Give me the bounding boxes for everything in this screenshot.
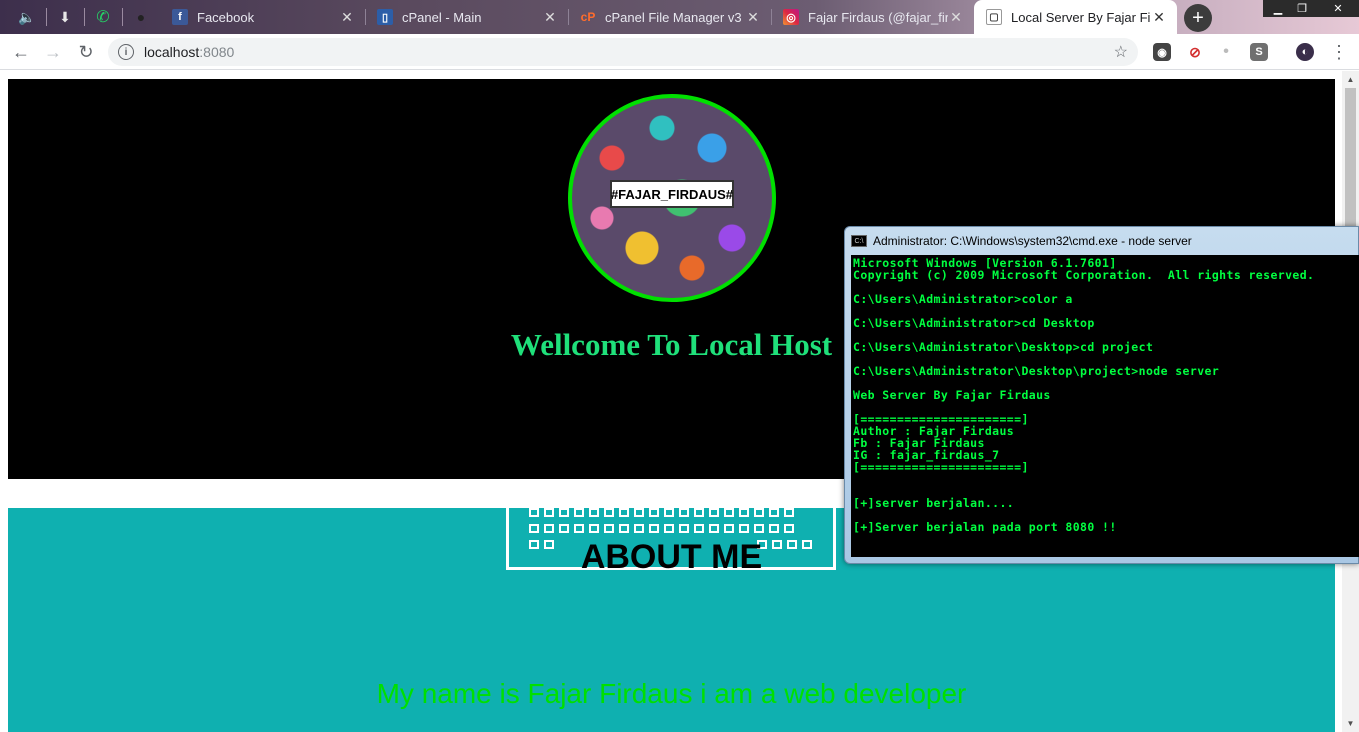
scroll-down-arrow-icon[interactable]: ▼ [1342, 715, 1359, 732]
info-icon[interactable]: i [118, 44, 134, 60]
tab-cpanel-file-manager[interactable]: cP cPanel File Manager v3 ✕ [568, 0, 771, 34]
menu-kebab-icon[interactable]: ⋮ [1326, 39, 1352, 65]
tab-strip: 🔈 ⬇ ✆ ● f Facebook ✕ ▯ cPanel - Main ✕ c… [0, 0, 1359, 34]
instagram-icon: ◎ [783, 9, 799, 25]
cmd-window[interactable]: C:\ Administrator: C:\Windows\system32\c… [844, 226, 1359, 564]
close-tab-icon[interactable]: ✕ [542, 9, 558, 26]
cmd-titlebar[interactable]: C:\ Administrator: C:\Windows\system32\c… [851, 231, 1192, 251]
avatar-name-tag: #FAJAR_FIRDAUS# [610, 180, 734, 208]
cmd-title: Administrator: C:\Windows\system32\cmd.e… [873, 234, 1192, 248]
close-tab-icon[interactable]: ✕ [339, 9, 355, 26]
url-port: :8080 [199, 44, 235, 60]
browser-toolbar: ← → ↻ i localhost:8080 ☆ ◉ ⊘ • S ◐ ⋮ [0, 34, 1359, 70]
cpanel-icon: ▯ [377, 9, 393, 25]
tab-title: cPanel File Manager v3 [605, 9, 742, 25]
pinned-tab-download[interactable]: ⬇ [46, 0, 84, 34]
profile-avatar-icon[interactable]: ◐ [1296, 43, 1314, 61]
tab-title: cPanel - Main [402, 9, 482, 25]
whatsapp-icon: ✆ [96, 9, 110, 26]
console-line: Web Server By Fajar Firdaus [853, 388, 1051, 402]
reload-icon: ↻ [78, 41, 94, 62]
restore-button[interactable]: ❐ [1287, 0, 1317, 17]
console-line: [+]server berjalan.... [853, 496, 1015, 510]
url-host: localhost [144, 44, 200, 60]
forward-button[interactable]: → [40, 39, 66, 65]
cpanel-logo-icon: cP [580, 10, 596, 24]
pinned-tab-github[interactable]: ● [122, 0, 160, 34]
close-window-button[interactable]: ✕ [1317, 0, 1359, 17]
tab-title: Fajar Firdaus (@fajar_firda [808, 9, 948, 25]
console-line: Copyright (c) 2009 Microsoft Corporation… [853, 268, 1315, 282]
tab-title: Local Server By Fajar Firda [1011, 9, 1151, 25]
arrow-right-icon: → [44, 41, 62, 62]
audio-icon: 🔈 [18, 8, 36, 25]
address-bar[interactable]: i localhost:8080 ☆ [108, 38, 1138, 66]
cmd-icon: C:\ [851, 235, 867, 247]
keyboard-row [529, 508, 794, 517]
console-line: [======================] [853, 460, 1029, 474]
profile-avatar: #FAJAR_FIRDAUS# [568, 94, 776, 302]
facebook-icon: f [172, 9, 188, 25]
cmd-console-output[interactable]: Microsoft Windows [Version 6.1.7601] Copy… [851, 255, 1359, 557]
new-tab-button[interactable]: + [1184, 4, 1212, 32]
tab-cpanel-main[interactable]: ▯ cPanel - Main ✕ [365, 0, 568, 34]
console-line: C:\Users\Administrator\Desktop\project>n… [853, 364, 1220, 378]
close-tab-icon[interactable]: ✕ [948, 9, 964, 26]
github-icon: ● [136, 9, 146, 25]
close-tab-icon[interactable]: ✕ [1151, 9, 1167, 26]
console-line: C:\Users\Administrator\Desktop>cd projec… [853, 340, 1154, 354]
close-tab-icon[interactable]: ✕ [745, 9, 761, 26]
console-line: C:\Users\Administrator>color a [853, 292, 1073, 306]
scroll-up-arrow-icon[interactable]: ▲ [1342, 71, 1359, 88]
console-line: C:\Users\Administrator>cd Desktop [853, 316, 1095, 330]
bookmark-star-icon[interactable]: ☆ [1114, 42, 1128, 62]
console-line: [+]Server berjalan pada port 8080 !! [853, 520, 1117, 534]
extension-s-icon[interactable]: S [1250, 43, 1268, 61]
tab-local-server[interactable]: ▢ Local Server By Fajar Firda ✕ [974, 0, 1177, 34]
download-icon: ⬇ [59, 8, 71, 25]
reload-button[interactable]: ↻ [73, 39, 99, 65]
tab-facebook[interactable]: f Facebook ✕ [160, 0, 365, 34]
extension-camera-icon[interactable]: ◉ [1153, 43, 1171, 61]
tab-title: Facebook [197, 9, 255, 25]
keyboard-row [529, 524, 794, 533]
back-button[interactable]: ← [8, 39, 34, 65]
arrow-left-icon: ← [12, 41, 30, 62]
extension-dot-icon[interactable]: • [1217, 43, 1235, 61]
pinned-tab-audio[interactable]: 🔈 [8, 0, 46, 34]
about-text: My name is Fajar Firdaus i am a web deve… [376, 678, 967, 709]
tab-instagram[interactable]: ◎ Fajar Firdaus (@fajar_firda ✕ [771, 0, 974, 34]
pinned-tab-whatsapp[interactable]: ✆ [84, 0, 122, 34]
extension-block-icon[interactable]: ⊘ [1186, 43, 1204, 61]
page-icon: ▢ [986, 9, 1002, 25]
